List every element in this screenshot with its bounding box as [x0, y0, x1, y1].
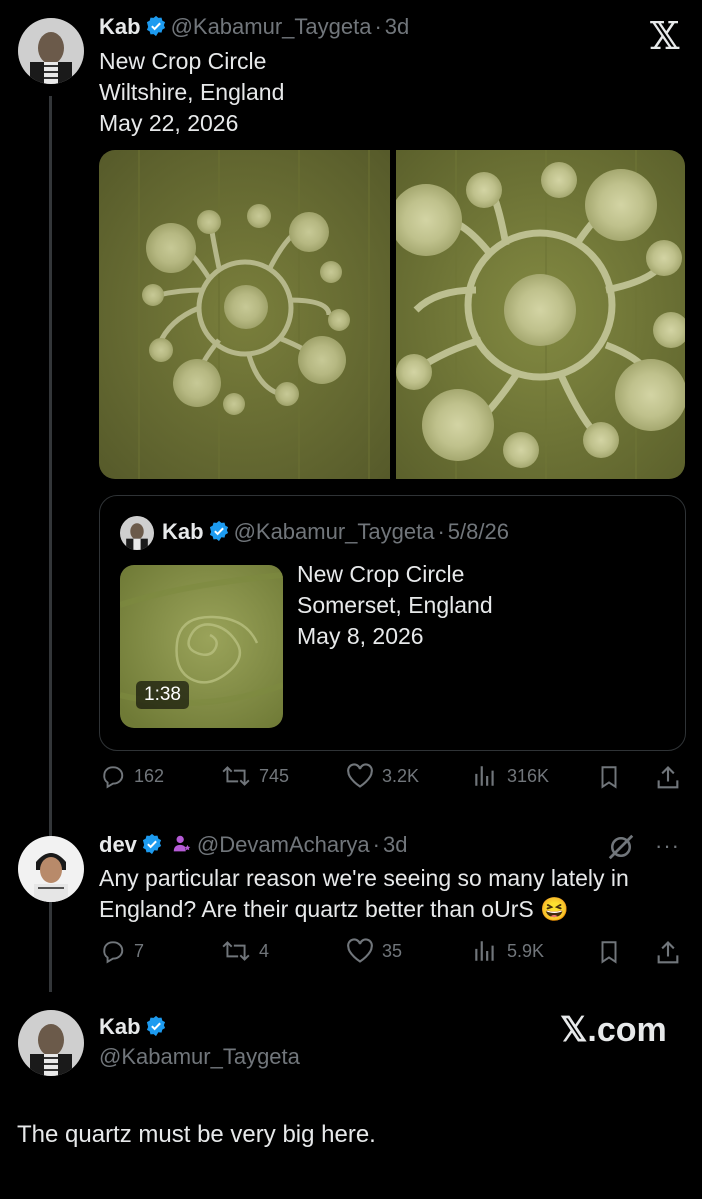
separator: · [374, 14, 382, 39]
like-button[interactable]: 35 [346, 938, 402, 964]
views-button[interactable]: 316K [471, 763, 549, 789]
repost-button[interactable]: 4 [221, 938, 269, 964]
verified-badge-icon [145, 1015, 167, 1042]
bookmark-icon[interactable] [596, 764, 622, 795]
crop-circle-image-1[interactable] [99, 150, 390, 479]
author-handle[interactable]: @DevamAcharya [197, 832, 370, 857]
avatar[interactable] [18, 1010, 84, 1076]
tweet-text-line: Any particular reason we're seeing so ma… [99, 865, 629, 891]
repost-icon [222, 766, 250, 786]
share-icon[interactable] [654, 939, 682, 972]
tweet-text-line: New Crop Circle [99, 48, 267, 74]
tweet-text-line: England? Are their quartz better than oU… [99, 896, 534, 922]
avatar[interactable] [18, 836, 84, 902]
bookmark-icon[interactable] [596, 939, 622, 970]
more-options-icon[interactable]: ··· [655, 833, 680, 859]
views-count: 5.9K [507, 940, 545, 961]
reply-count: 162 [134, 765, 165, 786]
laughing-emoji: 😆 [540, 896, 569, 922]
heart-icon [347, 763, 373, 788]
author-name[interactable]: dev [99, 832, 137, 857]
tweet-text: New Crop Circle Wiltshire, England May 2… [99, 46, 284, 139]
timestamp[interactable]: 3d [385, 14, 409, 39]
quoted-author-name[interactable]: Kab [162, 519, 204, 544]
repost-count: 4 [259, 940, 270, 961]
reply-icon [103, 766, 124, 789]
tweet-text-line: Wiltshire, England [99, 79, 285, 105]
grok-icon[interactable] [606, 832, 636, 867]
views-count: 316K [507, 765, 550, 786]
x-logo-icon: 𝕏 [650, 14, 680, 58]
views-icon [475, 941, 494, 961]
quoted-author-handle[interactable]: @Kabamur_Taygeta [234, 519, 435, 544]
affiliate-badge-icon [171, 833, 193, 860]
avatar[interactable] [18, 18, 84, 84]
reply-button[interactable]: 7 [100, 938, 144, 964]
like-count: 35 [382, 940, 403, 961]
separator: · [437, 519, 445, 544]
verified-badge-icon [145, 15, 167, 42]
crop-circle-image-2[interactable] [396, 150, 685, 479]
quoted-tweet-text: New Crop Circle Somerset, England May 8,… [297, 559, 493, 652]
views-icon [475, 766, 494, 786]
author-handle[interactable]: @Kabamur_Taygeta [99, 1044, 300, 1070]
author-name[interactable]: Kab [99, 14, 141, 39]
quoted-text-line: New Crop Circle [297, 561, 465, 587]
timestamp[interactable]: 3d [383, 832, 407, 857]
author-name[interactable]: Kab [99, 1014, 141, 1039]
x-com-watermark: 𝕏.com [560, 1011, 667, 1049]
repost-count: 745 [259, 765, 290, 786]
verified-badge-icon [141, 833, 163, 860]
quoted-timestamp[interactable]: 5/8/26 [448, 519, 509, 544]
quoted-text-line: Somerset, England [297, 592, 493, 618]
repost-icon [222, 941, 250, 961]
video-duration: 1:38 [136, 681, 189, 709]
author-handle[interactable]: @Kabamur_Taygeta [171, 14, 372, 39]
repost-button[interactable]: 745 [221, 763, 289, 789]
views-button[interactable]: 5.9K [471, 938, 544, 964]
reply-button[interactable]: 162 [100, 763, 164, 789]
tweet-text: Any particular reason we're seeing so ma… [99, 863, 629, 925]
tweet-text: The quartz must be very big here. [17, 1121, 376, 1148]
share-icon[interactable] [654, 764, 682, 797]
separator: · [372, 832, 380, 857]
avatar[interactable] [120, 516, 154, 550]
reply-icon [103, 941, 124, 964]
like-button[interactable]: 3.2K [346, 763, 419, 789]
like-count: 3.2K [382, 765, 420, 786]
heart-icon [347, 938, 373, 963]
reply-count: 7 [134, 940, 145, 961]
tweet-text-line: May 22, 2026 [99, 110, 239, 136]
verified-badge-icon [208, 520, 230, 547]
quoted-text-line: May 8, 2026 [297, 623, 424, 649]
